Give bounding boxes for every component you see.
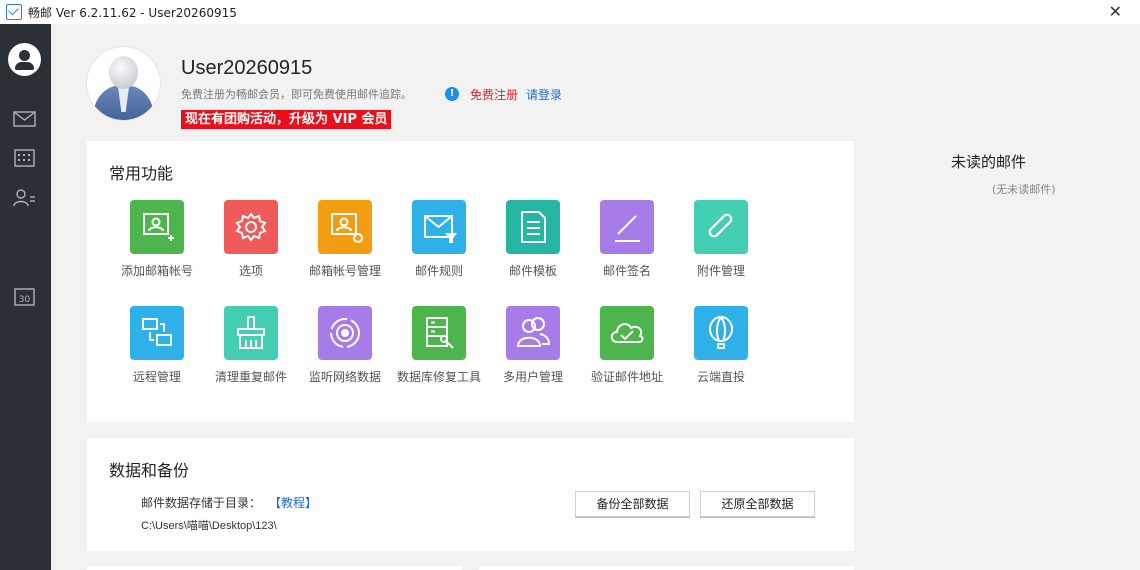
window-title: 畅邮 Ver 6.2.11.62 - User20260915 (28, 5, 237, 20)
panel-edge (479, 566, 854, 570)
unread-empty-text: (无未读邮件) (992, 183, 1056, 196)
feature-mail-rules[interactable]: 邮件规则 (394, 200, 484, 279)
broom-icon (224, 306, 278, 360)
register-hint: 免费注册为畅邮会员，即可免费使用邮件追踪。 (181, 88, 412, 101)
sidebar: 30 (0, 24, 51, 570)
login-link[interactable]: 请登录 (526, 86, 562, 103)
common-features-panel: 常用功能 添加邮箱帐号 选项 邮箱帐号管理 邮件规则 邮件模板 邮件签名 附件管… (87, 141, 854, 422)
info-icon: ! (445, 87, 459, 101)
app-logo-icon (6, 4, 22, 20)
unread-mail-title: 未读的邮件 (951, 153, 1027, 171)
tutorial-link[interactable]: 【教程】 (269, 494, 317, 511)
avatar[interactable] (87, 47, 160, 120)
contacts-icon[interactable] (13, 189, 36, 207)
feature-add-account[interactable]: 添加邮箱帐号 (112, 200, 202, 279)
feature-multi-user[interactable]: 多用户管理 (488, 306, 578, 385)
account-settings-icon (318, 200, 372, 254)
multi-user-icon (506, 306, 560, 360)
balloon-icon (694, 306, 748, 360)
register-link[interactable]: 免费注册 (470, 86, 518, 103)
storage-dir-label: 邮件数据存储于目录： (141, 496, 262, 510)
target-icon (318, 306, 372, 360)
feature-verify-email[interactable]: 验证邮件地址 (582, 306, 672, 385)
gear-icon (224, 200, 278, 254)
feature-attachment-management[interactable]: 附件管理 (676, 200, 766, 279)
username: User20260915 (181, 57, 313, 79)
user-icon[interactable] (8, 43, 41, 76)
mail-filter-icon (412, 200, 466, 254)
cloud-check-icon (600, 306, 654, 360)
add-account-icon (130, 200, 184, 254)
title-bar: 畅邮 Ver 6.2.11.62 - User20260915 ✕ (0, 0, 1140, 24)
feature-network-monitor[interactable]: 监听网络数据 (300, 306, 390, 385)
feature-options[interactable]: 选项 (206, 200, 296, 279)
features-title: 常用功能 (109, 164, 174, 183)
panel-edge (87, 566, 462, 570)
feature-remote-management[interactable]: 远程管理 (112, 306, 202, 385)
document-icon (506, 200, 560, 254)
backup-all-button[interactable]: 备份全部数据 (575, 491, 690, 517)
backup-title: 数据和备份 (109, 461, 190, 480)
feature-cloud-delivery[interactable]: 云端直投 (676, 306, 766, 385)
pen-icon (600, 200, 654, 254)
feature-mail-signature[interactable]: 邮件签名 (582, 200, 672, 279)
calendar-grid-icon[interactable] (13, 149, 36, 167)
remote-icon (130, 306, 184, 360)
paperclip-icon (694, 200, 748, 254)
restore-all-button[interactable]: 还原全部数据 (700, 491, 815, 517)
storage-path: C:\Users\喵喵\Desktop\123\ (141, 520, 277, 532)
database-repair-icon (412, 306, 466, 360)
mail-icon[interactable] (13, 110, 36, 128)
svg-text:30: 30 (19, 295, 31, 305)
data-backup-panel: 数据和备份 邮件数据存储于目录： 【教程】 C:\Users\喵喵\Deskto… (87, 438, 854, 551)
feature-clean-duplicates[interactable]: 清理重复邮件 (206, 306, 296, 385)
feature-database-repair[interactable]: 数据库修复工具 (394, 306, 484, 385)
close-icon[interactable]: ✕ (1109, 2, 1122, 21)
calendar-30-icon[interactable]: 30 (13, 288, 36, 306)
feature-mail-templates[interactable]: 邮件模板 (488, 200, 578, 279)
feature-account-management[interactable]: 邮箱帐号管理 (300, 200, 390, 279)
vip-banner[interactable]: 现在有团购活动，升级为 VIP 会员 (181, 110, 392, 129)
